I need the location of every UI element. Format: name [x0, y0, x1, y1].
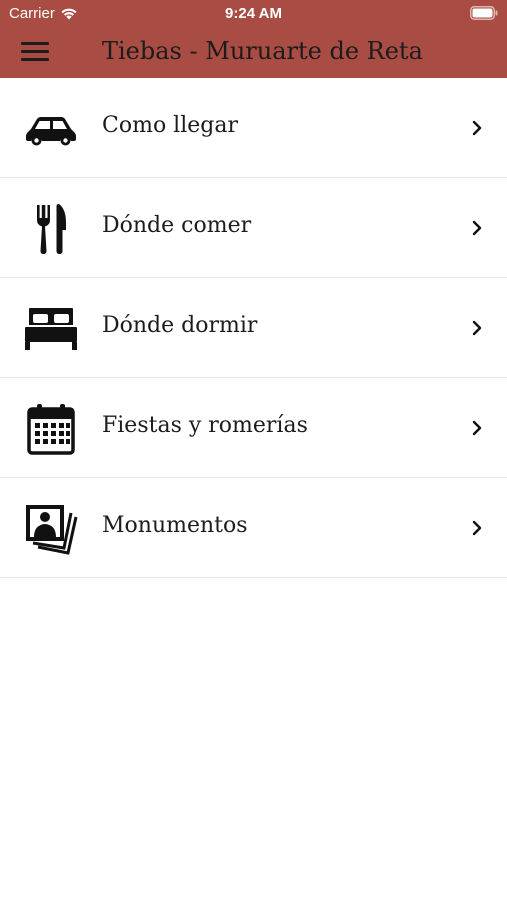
- navigation-bar: Tiebas - Muruarte de Reta: [0, 28, 507, 78]
- battery-icon: [470, 6, 498, 20]
- chevron-right-icon: [472, 520, 482, 536]
- chevron-right-icon: [472, 320, 482, 336]
- chevron-right-icon: [472, 120, 482, 136]
- list-item-donde-dormir[interactable]: Dónde dormir: [0, 278, 507, 378]
- list-item-label: Monumentos: [102, 513, 248, 538]
- page-title: Tiebas - Muruarte de Reta: [102, 37, 423, 65]
- list-item-como-llegar[interactable]: Como llegar: [0, 78, 507, 178]
- list-item-monumentos[interactable]: Monumentos: [0, 478, 507, 578]
- list-item-fiestas-romerias[interactable]: Fiestas y romerías: [0, 378, 507, 478]
- status-bar: Carrier 9:24 AM: [0, 0, 507, 28]
- list-item-donde-comer[interactable]: Dónde comer: [0, 178, 507, 278]
- hamburger-menu-icon: [21, 42, 49, 45]
- chevron-right-icon: [472, 220, 482, 236]
- calendar-icon: [24, 402, 78, 456]
- fork-knife-icon: [24, 202, 78, 256]
- bed-icon: [24, 302, 78, 356]
- list-item-label: Dónde dormir: [102, 313, 258, 338]
- header: Carrier 9:24 AM Tiebas - Muruarte de Ret…: [0, 0, 507, 78]
- status-time: 9:24 AM: [225, 5, 282, 22]
- car-icon: [24, 102, 78, 156]
- list-item-label: Como llegar: [102, 113, 238, 138]
- chevron-right-icon: [472, 420, 482, 436]
- menu-list: Como llegar Dónde comer Dónde dormir Fie…: [0, 78, 507, 578]
- photos-icon: [24, 502, 78, 556]
- list-item-label: Dónde comer: [102, 213, 252, 238]
- app-screen: Carrier 9:24 AM Tiebas - Muruarte de Ret…: [0, 0, 507, 900]
- list-item-label: Fiestas y romerías: [102, 413, 308, 438]
- menu-button[interactable]: [18, 38, 52, 66]
